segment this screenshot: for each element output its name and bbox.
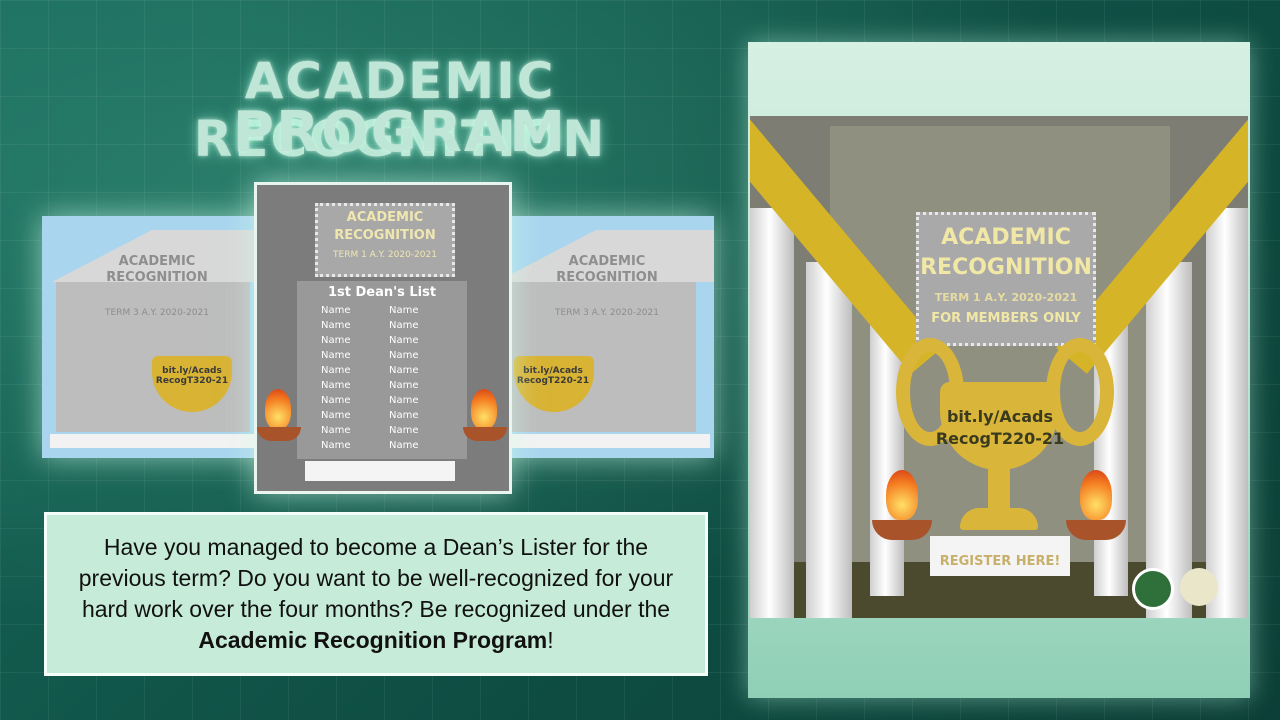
list-item: Name (389, 365, 419, 376)
list-item: Name (389, 335, 419, 346)
preview-middle-subtitle: TERM 1 A.Y. 2020-2021 (333, 250, 437, 260)
list-item: Name (389, 395, 419, 406)
plinth (305, 461, 455, 481)
program-name: Academic Recognition Program (198, 627, 548, 653)
list-item: Name (389, 425, 419, 436)
trophy-base (960, 508, 1038, 530)
list-item: Name (389, 440, 419, 451)
poster-subtitle: TERM 1 A.Y. 2020-2021 (934, 291, 1078, 304)
list-item: Name (389, 320, 419, 331)
preview-right-title-1: ACADEMIC (568, 254, 646, 269)
page-title-line2: PROGRAM (233, 100, 567, 165)
poster: ACADEMIC RECOGNITION TERM 1 A.Y. 2020-20… (750, 116, 1248, 618)
list-item: Name (321, 335, 351, 346)
flame-icon (886, 470, 918, 520)
preview-left-subtitle: TERM 3 A.Y. 2020-2021 (105, 308, 209, 318)
preview-right-url: bit.ly/Acads RecogT220-21 (516, 366, 590, 386)
list-item: Name (321, 350, 351, 361)
poster-url-line2: RecogT220-21 (935, 429, 1065, 448)
description-box: Have you managed to become a Dean’s List… (44, 512, 708, 676)
poster-title-1: ACADEMIC (941, 225, 1071, 250)
column (1146, 262, 1192, 618)
list-item: Name (321, 440, 351, 451)
preview-middle-title-2: RECOGNITION (334, 228, 436, 243)
preview-left-url: bit.ly/Acads RecogT320-21 (155, 366, 229, 386)
preview-middle-sign: ACADEMIC RECOGNITION TERM 1 A.Y. 2020-20… (315, 203, 455, 277)
poster-title-2: RECOGNITION (920, 255, 1092, 280)
poster-members-only: FOR MEMBERS ONLY (931, 311, 1081, 326)
preview-middle-title-1: ACADEMIC (346, 210, 424, 225)
preview-card-left: ACADEMIC RECOGNITION TERM 3 A.Y. 2020-20… (42, 216, 272, 458)
torch-icon (463, 427, 507, 441)
list-item: Name (389, 350, 419, 361)
flame-icon (1080, 470, 1112, 520)
partner-logo (1180, 568, 1218, 606)
flame-icon (265, 389, 291, 429)
flame-icon (471, 389, 497, 429)
column (1206, 208, 1248, 618)
preview-left-title-1: ACADEMIC (118, 254, 196, 269)
list-item: Name (321, 425, 351, 436)
column (750, 208, 794, 618)
register-here-label: REGISTER HERE! (939, 554, 1061, 569)
organization-logo (1132, 568, 1174, 610)
deans-list-title: 1st Dean's List (327, 285, 437, 300)
list-item: Name (321, 395, 351, 406)
preview-card-deans-list: ACADEMIC RECOGNITION TERM 1 A.Y. 2020-20… (254, 182, 512, 494)
list-item: Name (321, 305, 351, 316)
poster-url-line1: bit.ly/Acads (946, 407, 1054, 426)
column (806, 262, 852, 618)
list-item: Name (321, 410, 351, 421)
poster-sign: ACADEMIC RECOGNITION TERM 1 A.Y. 2020-20… (916, 212, 1096, 346)
temple-floor (50, 434, 260, 448)
deans-list-names: Name Name Name Name Name Name Name Name … (297, 300, 467, 453)
preview-right-subtitle: TERM 3 A.Y. 2020-2021 (555, 308, 659, 318)
list-item: Name (321, 365, 351, 376)
list-item: Name (321, 380, 351, 391)
description-text: Have you managed to become a Dean’s List… (78, 534, 674, 653)
deans-list-panel: 1st Dean's List Name Name Name Name Name… (297, 281, 467, 459)
list-item: Name (389, 410, 419, 421)
poster-url: bit.ly/Acads RecogT220-21 (930, 406, 1070, 450)
preview-card-right: ACADEMIC RECOGNITION TERM 3 A.Y. 2020-20… (500, 216, 714, 458)
list-item: Name (389, 305, 419, 316)
torch-icon (257, 427, 301, 441)
trophy-stem (988, 466, 1010, 512)
list-item: Name (321, 320, 351, 331)
list-item: Name (389, 380, 419, 391)
temple-floor (500, 434, 710, 448)
